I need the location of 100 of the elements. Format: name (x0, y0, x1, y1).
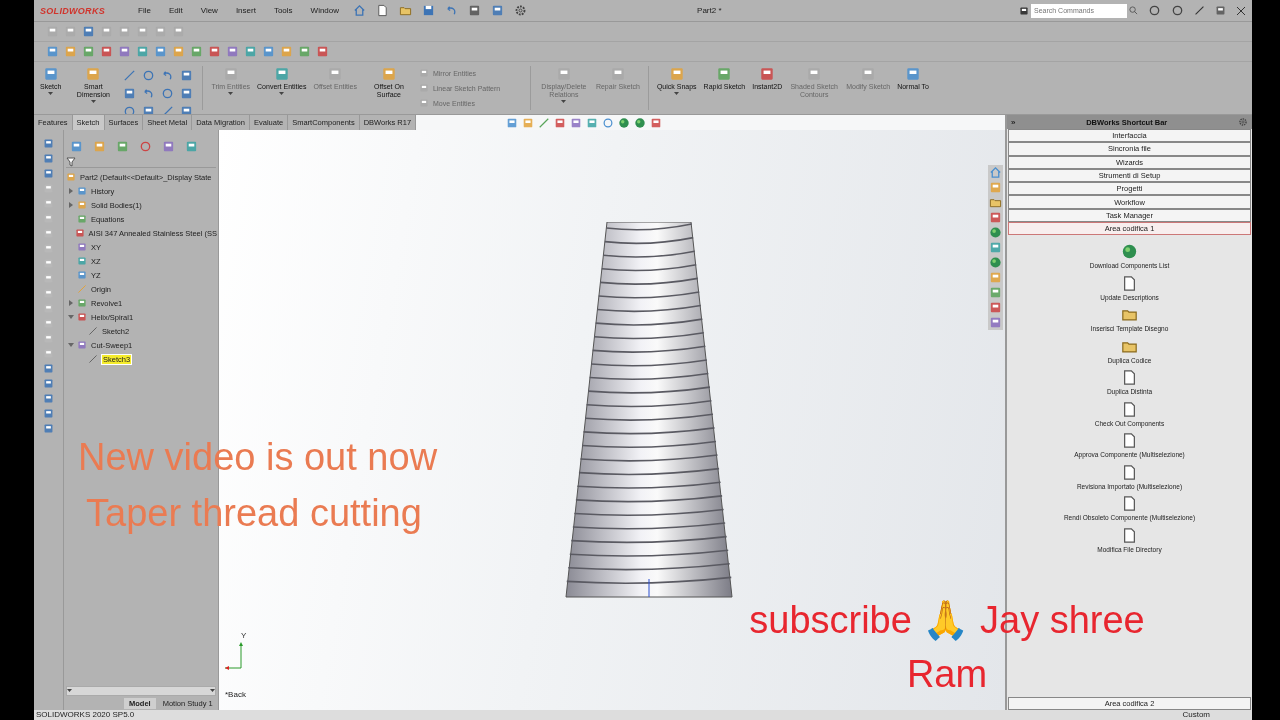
task-icon[interactable] (989, 256, 1002, 269)
close-icon[interactable] (1236, 5, 1246, 16)
task-icon[interactable] (989, 226, 1002, 239)
toolbar-icon[interactable] (468, 4, 482, 17)
caret-icon[interactable] (279, 92, 285, 96)
view-tool-icon[interactable] (634, 116, 647, 129)
scrollbar[interactable] (66, 686, 216, 696)
panel-tab-icon[interactable] (139, 139, 152, 153)
panel-tab-icon[interactable] (93, 139, 106, 153)
toolbar-icon[interactable] (244, 45, 257, 58)
toolbar-icon[interactable] (491, 4, 505, 17)
feature-icon (74, 228, 85, 238)
sketch-tool-icon[interactable] (180, 69, 194, 82)
expander-icon[interactable] (68, 342, 74, 348)
part-icon (66, 172, 76, 182)
restore-icon[interactable] (1215, 5, 1226, 16)
toolbar-icon[interactable] (190, 45, 203, 58)
task-icon[interactable] (989, 271, 1002, 284)
sketch-tool-icon[interactable] (123, 87, 137, 100)
toolbar-icon[interactable] (262, 45, 275, 58)
feature-icon (77, 270, 87, 280)
toolbar-icon[interactable] (46, 45, 59, 58)
home-icon[interactable] (353, 4, 367, 17)
side-tool-icon[interactable] (43, 363, 54, 374)
side-tool-icon[interactable] (43, 378, 54, 389)
command-icon (716, 66, 733, 82)
axis-triad (223, 640, 245, 670)
side-tool-icon[interactable] (43, 138, 54, 149)
expander-icon[interactable] (68, 202, 74, 208)
command-icon (905, 66, 922, 82)
sketch-tool-icon[interactable] (161, 87, 175, 100)
toolbar-icon[interactable] (154, 45, 167, 58)
panel-tab-icon[interactable] (162, 139, 175, 153)
command-icon (555, 66, 572, 82)
side-tool-icon[interactable] (43, 168, 54, 179)
task-icon[interactable] (989, 166, 1002, 179)
view-tool-icon[interactable] (618, 116, 631, 129)
view-tool-icon[interactable] (538, 116, 551, 129)
task-icon[interactable] (989, 196, 1002, 209)
side-tool-icon[interactable] (43, 153, 54, 164)
view-tool-icon[interactable] (522, 116, 535, 129)
caret-icon[interactable] (48, 92, 54, 96)
task-icon[interactable] (989, 286, 1002, 299)
sketch-tool-icon[interactable] (123, 69, 137, 82)
panel-tab-icon[interactable] (70, 139, 83, 153)
caret-icon[interactable] (210, 689, 215, 693)
toolbar-icon[interactable] (298, 45, 311, 58)
side-tool-icon[interactable] (43, 393, 54, 404)
expander-icon[interactable] (68, 300, 74, 306)
toolbar-icon[interactable] (316, 45, 329, 58)
toolbar-icon[interactable] (118, 45, 131, 58)
toolbar-icon[interactable] (82, 25, 95, 38)
view-tool-icon[interactable] (602, 116, 615, 129)
sketch-tool-icon[interactable] (123, 105, 137, 114)
command-icon (759, 66, 776, 82)
filter-icon[interactable] (66, 156, 76, 167)
gear-icon[interactable] (514, 4, 528, 17)
view-tool-icon[interactable] (586, 116, 599, 129)
gear-icon[interactable] (1238, 117, 1248, 127)
caret-icon[interactable] (674, 92, 680, 96)
feature-icon (77, 284, 87, 294)
expand-icon[interactable]: » (1011, 117, 1016, 127)
menu-item[interactable]: Insert (231, 6, 260, 15)
panel-tab-icon[interactable] (116, 139, 129, 153)
command-icon (42, 66, 59, 82)
caret-icon[interactable] (90, 100, 96, 104)
panel-tab-icon[interactable] (185, 139, 198, 153)
task-icon[interactable] (989, 181, 1002, 194)
view-tool-icon[interactable] (570, 116, 583, 129)
view-tool-icon[interactable] (650, 116, 663, 129)
menu-item[interactable]: Window (306, 6, 344, 15)
toolbar-icon[interactable] (100, 45, 113, 58)
toolbar-icon[interactable] (82, 45, 95, 58)
toolbar-icon[interactable] (208, 45, 221, 58)
task-icon[interactable] (989, 301, 1002, 314)
view-tool-icon[interactable] (506, 116, 519, 129)
toolbar-icon[interactable] (136, 45, 149, 58)
task-icon[interactable] (989, 211, 1002, 224)
expander-icon[interactable] (68, 314, 74, 320)
side-tool-icon[interactable] (43, 408, 54, 419)
view-tool-icon[interactable] (554, 116, 567, 129)
sketch-tool-icon[interactable] (180, 87, 194, 100)
task-icon[interactable] (989, 241, 1002, 254)
menu-item[interactable]: Edit (164, 6, 187, 15)
caret-icon[interactable] (67, 689, 72, 693)
feature-icon (77, 256, 87, 266)
menu-item[interactable]: File (134, 6, 155, 15)
units-text[interactable]: Custom (1182, 710, 1210, 720)
command-icon (418, 98, 429, 108)
sketch-tool-icon[interactable] (142, 69, 156, 82)
save-icon[interactable] (422, 4, 436, 17)
side-tool-icon[interactable] (43, 423, 54, 434)
expander-icon[interactable] (68, 188, 74, 194)
task-icon[interactable] (989, 316, 1002, 329)
menu-item[interactable]: Tools (269, 6, 297, 15)
menu-item[interactable]: View (196, 6, 222, 15)
folder-icon[interactable] (399, 4, 413, 17)
toolbar-icon[interactable] (226, 45, 239, 58)
new-page-icon[interactable] (376, 4, 390, 17)
search-icon[interactable] (1129, 6, 1138, 15)
